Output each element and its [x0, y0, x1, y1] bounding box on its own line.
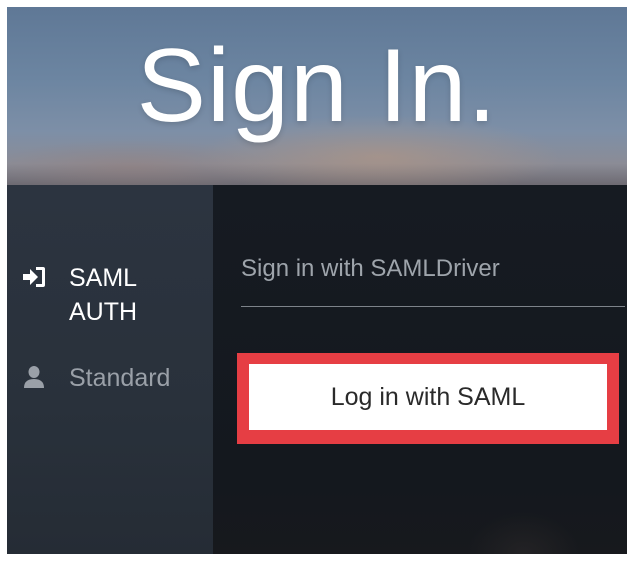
sidebar-item-label: Standard: [69, 364, 171, 392]
signin-window: Sign In. SAML AUTH Standard Sign in with…: [7, 7, 627, 554]
login-panel: Sign in with SAMLDriver Log in with SAML: [213, 185, 627, 554]
highlight-box: Log in with SAML: [237, 353, 619, 444]
sidebar-item-standard[interactable]: Standard: [21, 361, 171, 395]
sidebar-item-saml-auth[interactable]: SAML AUTH: [21, 261, 169, 329]
login-subtitle: Sign in with SAMLDriver: [241, 255, 500, 282]
header-banner: Sign In.: [7, 7, 627, 185]
auth-method-sidebar: SAML AUTH Standard: [7, 185, 213, 554]
page-title: Sign In.: [136, 28, 498, 144]
user-icon: [21, 364, 47, 390]
saml-login-button[interactable]: Log in with SAML: [249, 364, 607, 430]
sign-in-icon: [21, 264, 47, 290]
divider: [241, 306, 625, 307]
sidebar-item-label: SAML AUTH: [69, 264, 138, 326]
